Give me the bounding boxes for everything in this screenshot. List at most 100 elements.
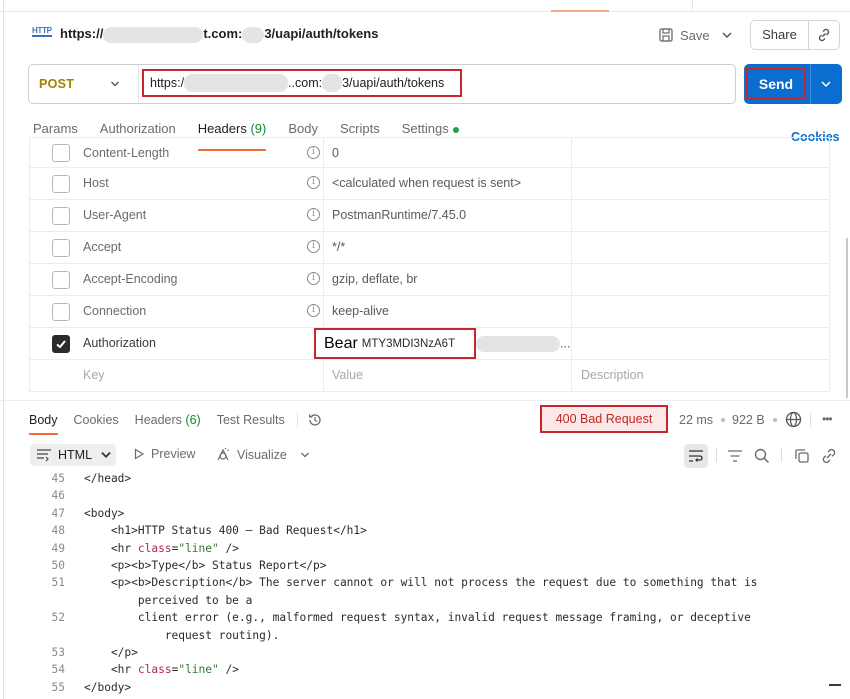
tab-label: Headers bbox=[134, 413, 182, 427]
divider bbox=[716, 448, 717, 462]
redacted-host bbox=[103, 26, 204, 43]
value-placeholder[interactable]: Value bbox=[332, 368, 363, 382]
divider bbox=[781, 448, 782, 462]
format-label: HTML bbox=[58, 448, 93, 462]
code-text: <hr class="line" /> bbox=[84, 540, 239, 557]
info-icon[interactable]: i bbox=[307, 208, 320, 221]
more-icon[interactable]: ••• bbox=[822, 412, 833, 426]
authorization-value[interactable]: Bear MTY3MDI3NzA6T bbox=[314, 328, 476, 359]
chevron-down-icon[interactable] bbox=[299, 449, 311, 461]
copy-link-button[interactable] bbox=[809, 27, 839, 43]
table-row: Authorization Bear MTY3MDI3NzA6T ... bbox=[30, 327, 829, 359]
top-strip bbox=[0, 0, 850, 12]
preview-label: Preview bbox=[151, 447, 196, 461]
visualize-button[interactable]: Visualize bbox=[215, 447, 287, 463]
tab-response-headers[interactable]: Headers (6) bbox=[135, 411, 201, 429]
header-checkbox[interactable] bbox=[52, 175, 70, 193]
header-value[interactable]: <calculated when request is sent> bbox=[332, 176, 521, 190]
tab-label: Scripts bbox=[339, 121, 380, 136]
status-badge[interactable]: 400 Bad Request bbox=[540, 405, 668, 433]
info-icon[interactable]: i bbox=[307, 176, 320, 189]
code-line: 50 <p><b>Type</b> Status Report</p> bbox=[29, 557, 829, 574]
request-title[interactable]: https:// t.com: 3/uapi/auth/tokens bbox=[60, 26, 378, 43]
header-key[interactable]: User-Agent bbox=[83, 208, 146, 222]
auth-token: MTY3MDI3NzA6T bbox=[361, 337, 456, 350]
save-icon bbox=[659, 28, 673, 42]
divider bbox=[810, 64, 811, 104]
chevron-down-icon[interactable] bbox=[720, 28, 734, 42]
link-icon[interactable] bbox=[820, 447, 838, 465]
header-value[interactable]: keep-alive bbox=[332, 304, 389, 318]
header-value[interactable]: */* bbox=[332, 240, 345, 254]
code-line: 47 <body> bbox=[29, 505, 829, 522]
scrollbar[interactable] bbox=[846, 238, 848, 398]
link-icon bbox=[818, 28, 830, 42]
globe-icon[interactable] bbox=[785, 411, 802, 428]
redacted-host bbox=[184, 74, 289, 92]
active-tab-indicator bbox=[551, 10, 609, 12]
code-text: <hr class="line" /> bbox=[84, 661, 239, 678]
header-checkbox[interactable] bbox=[52, 271, 70, 289]
divider bbox=[571, 138, 572, 167]
send-button[interactable]: Send bbox=[746, 68, 806, 100]
header-checkbox[interactable] bbox=[52, 303, 70, 321]
header-key[interactable]: Connection bbox=[83, 304, 146, 318]
header-checkbox[interactable] bbox=[52, 239, 70, 257]
save-button[interactable]: Save bbox=[658, 22, 710, 48]
title-url-prefix: https:// bbox=[60, 26, 104, 41]
preview-button[interactable]: Preview bbox=[133, 447, 195, 461]
url-input[interactable]: https:/ ..com: 3/uapi/auth/tokens bbox=[142, 69, 462, 97]
history-icon[interactable] bbox=[307, 412, 323, 428]
table-row: User-Agent i PostmanRuntime/7.45.0 bbox=[30, 199, 829, 231]
header-key[interactable]: Authorization bbox=[83, 336, 156, 350]
auth-token-rest: ... bbox=[476, 336, 570, 352]
description-placeholder[interactable]: Description bbox=[581, 368, 644, 382]
checkmark-icon bbox=[56, 340, 66, 349]
header-checkbox[interactable] bbox=[52, 207, 70, 225]
response-size[interactable]: 922 B bbox=[732, 413, 765, 427]
header-value[interactable]: 0 bbox=[332, 146, 339, 160]
header-key[interactable]: Host bbox=[83, 176, 109, 190]
header-value[interactable]: gzip, deflate, br bbox=[332, 272, 417, 286]
header-key[interactable]: Accept-Encoding bbox=[83, 272, 178, 286]
header-key[interactable]: Accept bbox=[83, 240, 121, 254]
header-key[interactable]: Content-Length bbox=[83, 146, 169, 160]
line-number: 48 bbox=[51, 524, 65, 538]
search-icon[interactable] bbox=[753, 447, 771, 465]
header-checkbox[interactable] bbox=[52, 144, 70, 162]
key-placeholder[interactable]: Key bbox=[83, 368, 105, 382]
tab-label: Body bbox=[288, 121, 318, 136]
request-bar: POST https:/ ..com: 3/uapi/auth/tokens bbox=[28, 64, 736, 104]
divider bbox=[323, 264, 324, 295]
scroll-indicator[interactable] bbox=[829, 684, 841, 686]
redacted-port bbox=[322, 74, 343, 92]
format-select[interactable]: HTML bbox=[30, 444, 116, 466]
response-time[interactable]: 22 ms bbox=[679, 413, 713, 427]
info-icon[interactable]: i bbox=[307, 272, 320, 285]
share-button[interactable]: Share bbox=[750, 20, 840, 50]
tab-test-results[interactable]: Test Results bbox=[217, 411, 285, 429]
header-value[interactable]: PostmanRuntime/7.45.0 bbox=[332, 208, 466, 222]
header-checkbox[interactable] bbox=[52, 335, 70, 353]
info-icon[interactable]: i bbox=[307, 240, 320, 253]
code-text: </body> bbox=[84, 680, 132, 694]
code-line: 51 <p><b>Description</b> The server cann… bbox=[29, 574, 829, 591]
copy-icon[interactable] bbox=[793, 447, 811, 465]
code-line: 54 <hr class="line" /> bbox=[29, 661, 829, 678]
divider bbox=[297, 413, 298, 427]
play-icon bbox=[134, 448, 145, 460]
tab-response-body[interactable]: Body bbox=[29, 411, 58, 435]
info-icon[interactable]: i bbox=[307, 146, 320, 159]
line-number: 49 bbox=[51, 541, 65, 555]
chevron-down-icon[interactable] bbox=[109, 78, 121, 90]
table-row: Host i <calculated when request is sent> bbox=[30, 167, 829, 199]
visualize-icon bbox=[217, 447, 230, 461]
info-icon[interactable]: i bbox=[307, 304, 320, 317]
chevron-down-icon[interactable] bbox=[819, 78, 833, 90]
tab-response-cookies[interactable]: Cookies bbox=[74, 411, 119, 429]
response-code-view[interactable]: 45 </head> 46 47 <body> 48 <h1>HTTP Status… bbox=[29, 470, 829, 696]
filter-icon[interactable] bbox=[726, 447, 744, 465]
method-select[interactable]: POST bbox=[39, 77, 74, 91]
line-number: 51 bbox=[51, 576, 65, 590]
divider bbox=[323, 360, 324, 391]
